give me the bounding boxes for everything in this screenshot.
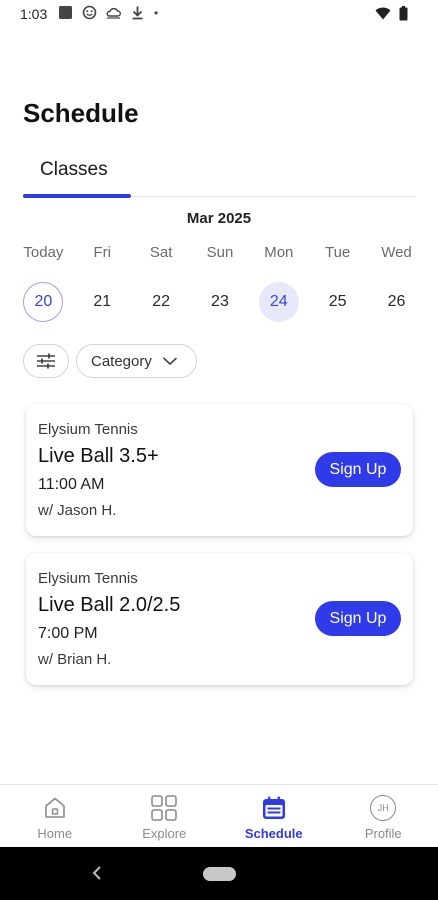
tab-label: Classes [40,159,108,180]
download-icon [132,6,143,20]
nav-label: Schedule [244,826,303,841]
heart-face-icon [82,5,97,20]
class-name: Live Ball 2.0/2.5 [38,594,181,616]
week-day-names: Today Fri Sat Sun Mon Tue Wed [14,244,426,261]
day-name: Fri [93,244,112,261]
home-pill[interactable] [203,867,236,881]
day-name: Mon [264,244,294,261]
status-bar: 1:03 • [0,0,438,28]
home-icon [41,794,69,822]
day-name: Sat [149,244,173,261]
category-label: Category [91,352,152,370]
class-instructor: w/ Brian H. [38,651,112,668]
week-day-numbers: 20 21 22 23 24 25 26 [14,282,426,322]
date-button[interactable]: 25 [318,282,358,322]
cloud-icon [106,7,121,19]
tab-active-indicator [23,194,131,198]
category-dropdown[interactable]: Category [76,344,197,378]
nav-label: Home [37,826,73,841]
nav-profile[interactable]: JH Profile [329,785,438,847]
battery-icon [399,6,408,21]
back-icon[interactable] [88,864,106,882]
class-name: Live Ball 3.5+ [38,445,159,467]
class-card[interactable]: Elysium Tennis Live Ball 3.5+ 11:00 AM w… [26,404,413,536]
dot-icon: • [154,5,159,20]
nav-explore[interactable]: Explore [110,785,220,847]
status-time: 1:03 [20,6,48,22]
bottom-nav: Home Explore Schedule JH Profile [0,784,438,847]
avatar: JH [370,795,397,821]
date-button[interactable]: 26 [376,282,416,322]
date-button[interactable]: 21 [82,282,122,322]
sign-up-button[interactable]: Sign Up [315,452,401,487]
tab-classes[interactable]: Classes [23,155,131,198]
status-system-icons [375,6,408,21]
day-name: Wed [381,244,412,261]
filter-row: Category [23,344,197,378]
date-button[interactable]: 22 [141,282,181,322]
sliders-icon [37,353,55,369]
month-label: Mar 2025 [186,210,252,227]
class-time: 11:00 AM [38,476,105,493]
date-button[interactable]: 23 [200,282,240,322]
page-title: Schedule [23,98,139,128]
day-name: Tue [324,244,351,261]
nav-home[interactable]: Home [0,785,110,847]
date-today[interactable]: 20 [23,282,64,322]
date-selected[interactable]: 24 [258,282,299,322]
grid-icon [150,794,178,822]
chevron-down-icon [162,357,177,366]
tab-bar: Classes [23,155,416,198]
class-instructor: w/ Jason H. [38,502,117,519]
sign-up-button[interactable]: Sign Up [315,601,401,636]
nav-label: Profile [364,826,402,841]
system-nav-bar [0,847,438,900]
nav-schedule[interactable]: Schedule [219,785,329,847]
class-venue: Elysium Tennis [38,570,138,587]
calendar-icon [260,794,288,822]
status-notification-icons: • [58,5,158,20]
square-notification-icon [59,6,72,19]
class-time: 7:00 PM [38,625,98,642]
class-card[interactable]: Elysium Tennis Live Ball 2.0/2.5 7:00 PM… [26,553,413,685]
day-name: Sun [206,244,234,261]
class-venue: Elysium Tennis [38,421,138,438]
wifi-icon [375,7,391,20]
nav-label: Explore [142,826,187,841]
day-name: Today [23,244,64,261]
filter-button[interactable] [23,344,69,378]
